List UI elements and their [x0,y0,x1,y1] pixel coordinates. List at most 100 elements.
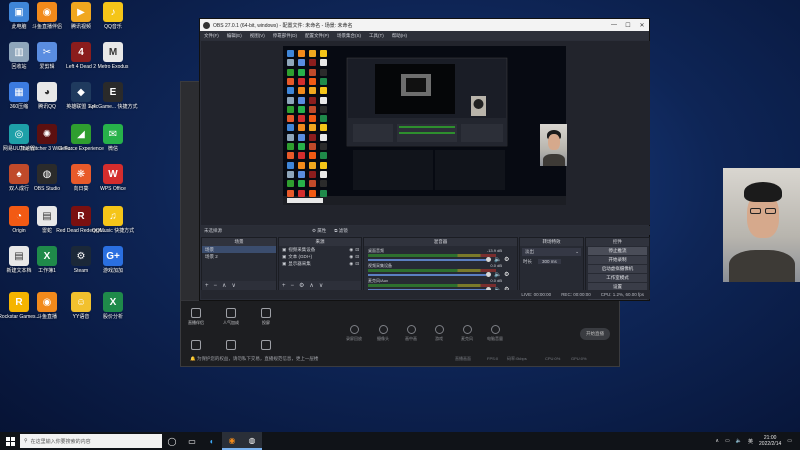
obs-menu-item[interactable]: 视图(V) [250,33,265,39]
desktop-icon[interactable]: ✉ 微信 [94,124,132,166]
nested-desktop-icon [298,161,305,169]
app-icon: ♪ [103,2,123,22]
obs-menu-item[interactable]: 帮助(H) [392,33,407,39]
source-item[interactable]: ▣ 视频采集设备 ◉ ⊡ [279,246,361,253]
transition-select[interactable]: 淡出 ⌄ [522,248,581,256]
companion-action-4[interactable]: 麦克风 [456,325,478,345]
ime-indicator[interactable]: 英 [748,438,753,445]
desktop-icon[interactable]: W WPS Office [94,164,132,206]
move-down-icon[interactable]: ∨ [231,282,235,289]
obs-menu-item[interactable]: 工具(T) [369,33,384,39]
obs-menu-item[interactable]: 配置文件(P) [305,33,329,39]
desktop-icon[interactable]: ▤ 雷蛇 [28,206,66,248]
volume-slider-handle[interactable] [486,257,491,262]
app-icon: ◎ [9,124,29,144]
companion-tool[interactable]: 人气加成 [218,308,244,332]
taskbar-search-box[interactable]: ⚲ 在这里输入你要搜索的内容 [20,434,162,448]
move-down-icon[interactable]: ∨ [319,282,323,289]
douyu-icon[interactable]: ◉ [222,432,242,450]
companion-action-5[interactable]: 电脑音量 [484,325,506,345]
volume-icon[interactable]: 🔈 [736,438,742,444]
maximize-icon[interactable]: ☐ [621,22,635,29]
start-live-button[interactable]: 开始直播 [580,328,610,340]
add-source-icon[interactable]: + [282,283,286,289]
desktop-icon[interactable]: ◉ 斗鱼直播 [28,292,66,334]
filters-button[interactable]: ⧉ 滤镜 [334,228,347,234]
desktop-icon-label: Origin [12,228,26,234]
desktop-icon[interactable]: ◍ OBS Studio [28,164,66,206]
properties-button[interactable]: ⚙ 属性 [312,228,326,234]
companion-tool[interactable]: 投屏 [253,308,279,332]
volume-slider-handle[interactable] [486,272,491,277]
desktop-icon[interactable]: E EpicGame... 快捷方式 [89,82,137,124]
task-view-icon[interactable]: ◯ [162,432,182,450]
edge-icon[interactable]: ◐ [202,432,222,450]
companion-action-1[interactable]: 摄像头 [372,325,394,345]
control-button-2[interactable]: 启动虚拟摄像机 [588,265,647,273]
companion-action-2[interactable]: 画中画 [400,325,422,345]
obs-preview-area[interactable] [201,41,650,225]
companion-action-3[interactable]: 游戏 [428,325,450,345]
obs-menu-item[interactable]: 场景集合(S) [337,33,361,39]
source-type-icon: ▣ [282,246,287,252]
desktop-icon[interactable]: ◉ 斗鱼直播伴侣 [28,2,66,44]
control-button-1[interactable]: 开始录制 [588,256,647,264]
desktop-icon[interactable]: G+ 游戏加加 [94,246,132,288]
companion-action-0[interactable]: 录屏回放 [343,325,365,345]
source-settings-icon[interactable]: ⚙ [299,282,304,289]
speaker-icon[interactable]: 🔈 [494,271,501,278]
obs-window-title: OBS 27.0.1 (64-bit, windows) - 配置文件: 未命名… [213,22,353,29]
preview-canvas[interactable] [283,46,566,205]
source-item[interactable]: ▣ 文本 (GDI+) ◉ ⊡ [279,253,361,260]
companion-action-label: 电脑音量 [487,336,503,341]
volume-slider[interactable] [368,259,486,261]
minimize-icon[interactable]: — [607,22,621,29]
desktop-icon[interactable]: X 工作簿1 [28,246,66,288]
volume-slider[interactable] [368,274,486,276]
source-item[interactable]: ▣ 显示器采集 ◉ ⊡ [279,260,361,267]
duration-input[interactable]: 300 ms [538,259,561,264]
clock[interactable]: 21:00 2022/2/14 [759,435,781,447]
desktop-icon[interactable]: ♫ QQMusic 快捷方式 [92,206,134,248]
obs-menu-item[interactable]: 文件(F) [204,33,219,39]
nested-desktop-icon [298,115,305,123]
scene-item[interactable]: 场景 [202,246,276,253]
control-button-0[interactable]: 停止推流 [588,247,647,255]
obs-menu-item[interactable]: 编辑(E) [227,33,242,39]
desktop-icon[interactable]: X 股价分析 [94,292,132,334]
companion-action-label: 画中画 [405,336,417,341]
move-up-icon[interactable]: ∧ [222,282,226,289]
mixer-track-db: 0.0 dB [490,263,502,268]
desktop-icon[interactable]: ◕ 腾讯QQ [28,82,66,124]
start-button[interactable] [0,432,20,450]
close-icon[interactable]: ✕ [635,22,649,29]
move-up-icon[interactable]: ∧ [309,282,313,289]
desktop-icon[interactable]: ✂ 爱剪辑 [28,42,66,84]
lock-icon[interactable]: ⊡ [355,261,361,267]
gear-icon[interactable]: ⚙ [504,271,509,278]
scene-item[interactable]: 场景 2 [202,253,276,260]
desktop-icon-label: WPS Office [100,186,126,192]
gear-icon[interactable]: ⚙ [504,256,509,263]
add-scene-icon[interactable]: + [205,283,209,289]
control-button-3[interactable]: 工作室模式 [588,274,647,282]
obs-icon[interactable]: ◍ [242,432,262,450]
task-view-icon-2[interactable]: ▭ [182,432,202,450]
speaker-icon[interactable]: 🔈 [494,256,501,263]
app-icon: ▥ [9,42,29,62]
app-icon: ◉ [37,2,57,22]
lock-icon[interactable]: ⊡ [355,254,361,260]
nested-desktop-icon [320,161,327,169]
obs-menu-item[interactable]: 停靠部件(D) [273,33,297,39]
notification-icon[interactable]: ▭ [787,438,792,444]
remove-scene-icon[interactable]: − [214,283,218,289]
lock-icon[interactable]: ⊡ [355,247,361,253]
desktop-icon[interactable]: M Metro Exodus [94,42,132,84]
network-icon[interactable]: ▭ [725,438,730,444]
companion-tool[interactable]: 直播伴侣 [183,308,209,332]
desktop-icon-label: 斗鱼直播伴侣 [31,24,62,30]
desktop-icon[interactable]: ♪ QQ音乐 [94,2,132,44]
desktop-icon[interactable]: ✺ The Witcher 3 Wild Hu... [20,124,74,166]
chevron-up-icon[interactable]: ∧ [715,438,719,444]
remove-source-icon[interactable]: − [291,283,295,289]
